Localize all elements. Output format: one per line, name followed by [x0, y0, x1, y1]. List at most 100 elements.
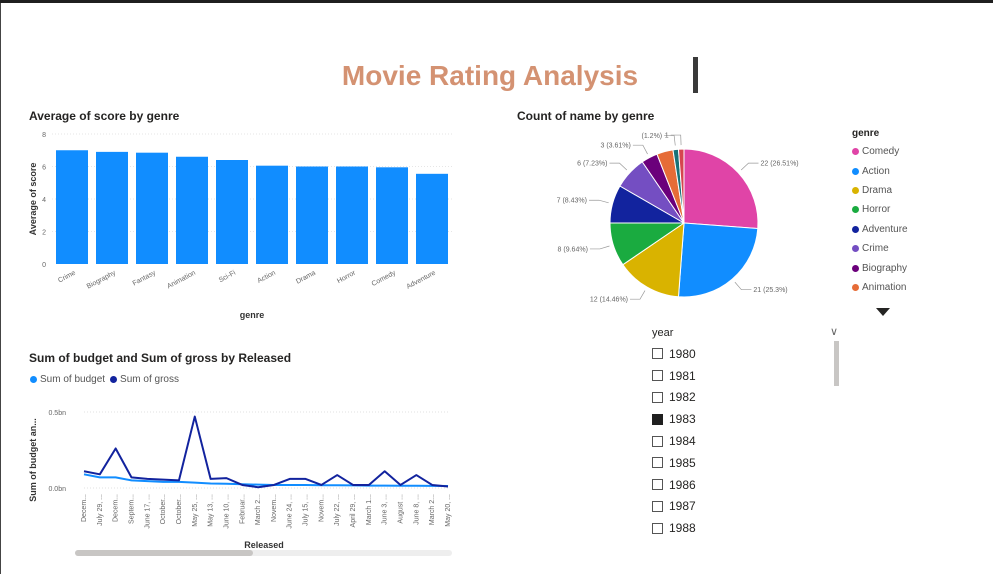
line-x-tick: June 8, ...	[413, 494, 420, 525]
bar-animation[interactable]	[176, 156, 208, 264]
bar-chart-title: Average of score by genre	[29, 109, 180, 123]
bar-sci-fi[interactable]	[216, 160, 248, 264]
chevron-down-icon[interactable]: ∨	[830, 325, 838, 338]
line-x-tick: June 10, ...	[223, 494, 230, 529]
line-x-tick: Novem...	[271, 494, 278, 522]
bar-x-tick: Animation	[166, 270, 197, 291]
slicer-item-label: 1982	[669, 390, 696, 405]
slicer-item-1982[interactable]: 1982	[652, 387, 828, 409]
slicer-checkbox[interactable]	[652, 348, 663, 360]
line-x-tick: Novem...	[318, 494, 325, 522]
slicer-item-1983[interactable]: 1983	[652, 408, 828, 430]
legend-budget-label: Sum of budget	[40, 374, 106, 385]
pie-legend-item[interactable]: Comedy	[852, 142, 908, 161]
line-y-tick: 0.0bn	[48, 486, 66, 493]
slicer-item-1985[interactable]: 1985	[652, 452, 828, 474]
line-x-tick: October...	[176, 494, 183, 524]
bar-x-tick: Adventure	[405, 270, 437, 291]
pie-data-label: 1	[665, 133, 669, 140]
legend-dot	[852, 245, 859, 253]
window-top-bar	[0, 0, 993, 3]
legend-label: Adventure	[862, 223, 908, 235]
slicer-item-label: 1988	[669, 521, 696, 536]
year-slicer-header[interactable]: year ∨	[652, 325, 838, 341]
line-x-tick: July 15, ...	[303, 494, 310, 526]
bar-fantasy[interactable]	[136, 152, 168, 264]
pie-data-label: (1.2%)	[642, 133, 663, 140]
bar-comedy[interactable]	[376, 167, 408, 264]
bar-y-tick: 0	[42, 262, 46, 269]
line-x-tick: June 17, ...	[144, 494, 151, 529]
legend-label: Drama	[862, 184, 893, 196]
pie-leader-line	[734, 281, 752, 291]
pie-data-label: 6 (7.23%)	[577, 161, 607, 168]
line-series-gross[interactable]	[83, 415, 449, 489]
pie-data-label: 12 (14.46%)	[590, 297, 628, 304]
bar-x-axis-title: genre	[240, 310, 265, 320]
line-series-budget[interactable]	[83, 473, 449, 488]
legend-label: Crime	[862, 243, 889, 255]
text-cursor-icon	[693, 57, 698, 93]
slicer-checkbox[interactable]	[652, 370, 663, 382]
bar-y-axis-title: Average of score	[28, 163, 38, 236]
bar-horror[interactable]	[336, 166, 368, 265]
slicer-item-1980[interactable]: 1980	[652, 343, 828, 365]
legend-dot	[852, 264, 859, 272]
slicer-checkbox[interactable]	[652, 435, 663, 447]
legend-dot	[852, 167, 859, 175]
legend-dot	[852, 148, 859, 156]
line-x-tick: May 13, ...	[208, 494, 215, 527]
line-chart-scroll-thumb[interactable]	[75, 550, 253, 556]
slicer-checkbox[interactable]	[652, 413, 663, 425]
pie-legend-item[interactable]: Biography	[852, 258, 908, 277]
slicer-item-1988[interactable]: 1988	[652, 517, 828, 539]
bar-x-tick: Drama	[295, 270, 317, 286]
slicer-item-1984[interactable]: 1984	[652, 430, 828, 452]
pie-legend-item[interactable]: Animation	[852, 278, 908, 297]
pie-legend: Comedy Action Drama Horror Adventure Crime Bio…	[852, 142, 908, 297]
slicer-checkbox[interactable]	[652, 500, 663, 512]
filter-dropdown-icon[interactable]	[876, 308, 890, 316]
pie-slice-action[interactable]	[677, 222, 759, 298]
bar-adventure[interactable]	[416, 173, 448, 264]
bar-action[interactable]	[256, 165, 288, 264]
year-slicer-scrollbar[interactable]	[834, 341, 839, 386]
bar-drama[interactable]	[296, 166, 328, 265]
slicer-item-1981[interactable]: 1981	[652, 365, 828, 387]
bar-y-tick: 6	[42, 165, 46, 172]
line-x-tick: March 2...	[255, 494, 262, 525]
legend-label: Biography	[862, 262, 908, 274]
line-x-tick: March 2...	[429, 494, 436, 525]
canvas-left-border	[0, 3, 1, 574]
pie-legend-item[interactable]: Horror	[852, 200, 908, 219]
legend-dot	[852, 206, 859, 214]
line-chart: 0.0bn 0.5bn Decem... July 29, ... Decem... Se…	[28, 410, 452, 550]
legend-label: Comedy	[862, 146, 900, 158]
pie-data-label: 21 (25.3%)	[753, 287, 787, 294]
legend-label: Animation	[862, 281, 907, 293]
slicer-checkbox[interactable]	[652, 522, 663, 534]
pie-leader-line	[609, 162, 628, 171]
legend-dot	[852, 186, 859, 194]
line-x-tick: Februar...	[239, 494, 246, 524]
line-x-tick: May 25, ...	[192, 494, 199, 527]
line-x-tick: May 20, ...	[445, 494, 452, 527]
pie-legend-item[interactable]: Action	[852, 161, 908, 180]
bar-biography[interactable]	[96, 151, 128, 264]
pie-legend-item[interactable]: Crime	[852, 239, 908, 258]
bar-crime[interactable]	[56, 150, 88, 264]
legend-label: Action	[862, 165, 890, 177]
slicer-item-1986[interactable]: 1986	[652, 474, 828, 496]
slicer-item-1987[interactable]: 1987	[652, 496, 828, 518]
legend-gross-label: Sum of gross	[120, 374, 179, 385]
pie-slice-comedy[interactable]	[683, 148, 759, 230]
line-y-tick: 0.5bn	[48, 410, 66, 417]
pie-legend-item[interactable]: Drama	[852, 181, 908, 200]
line-x-tick: June 24, ...	[287, 494, 294, 529]
bar-x-tick: Action	[256, 270, 277, 285]
slicer-checkbox[interactable]	[652, 391, 663, 403]
pie-legend-item[interactable]: Adventure	[852, 220, 908, 239]
pie-chart-title: Count of name by genre	[517, 109, 655, 123]
slicer-checkbox[interactable]	[652, 457, 663, 469]
slicer-checkbox[interactable]	[652, 479, 663, 491]
